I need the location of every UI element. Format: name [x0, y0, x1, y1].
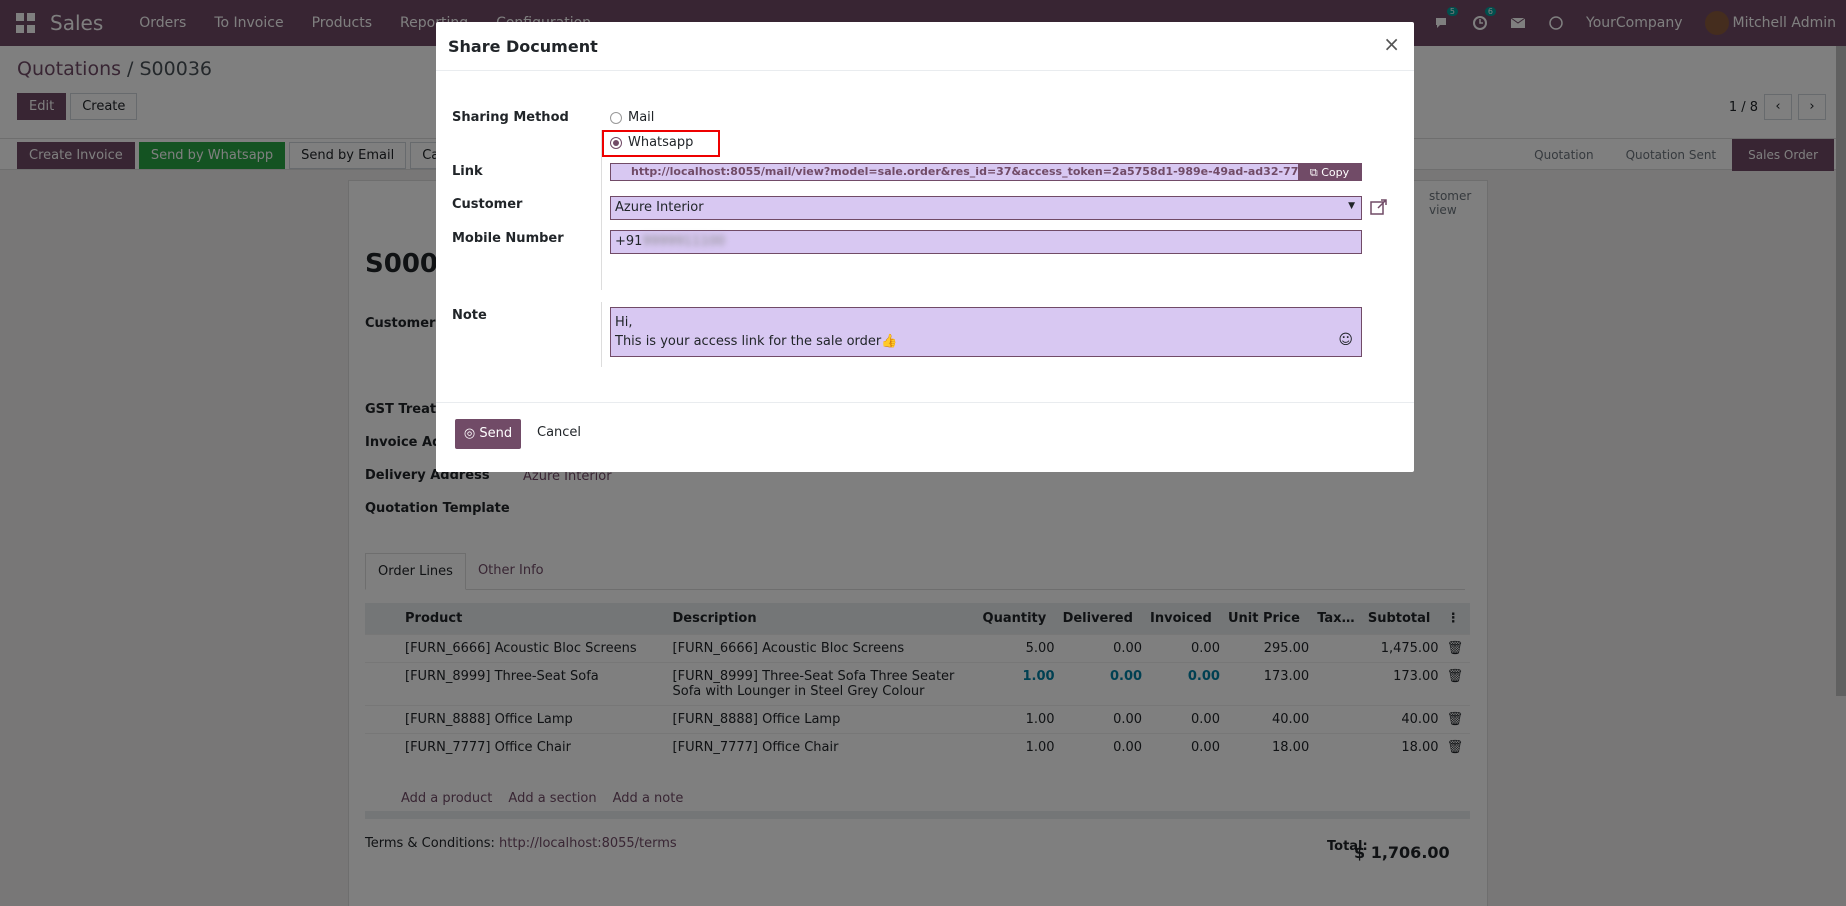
customer-select[interactable]: Azure Interior ▼	[610, 196, 1362, 220]
note-line-2: This is your access link for the sale or…	[615, 334, 898, 349]
modal-title: Share Document	[448, 37, 598, 56]
mobile-number-hidden: 9999911100	[642, 234, 726, 249]
close-icon[interactable]: ×	[1383, 32, 1400, 56]
link-label: Link	[452, 164, 483, 179]
copy-label: Copy	[1321, 166, 1350, 179]
chevron-down-icon[interactable]: ▼	[1348, 201, 1355, 211]
send-button[interactable]: ◎ Send	[455, 419, 521, 449]
note-textarea[interactable]: Hi, This is your access link for the sal…	[610, 307, 1362, 357]
mobile-number-input[interactable]: +919999911100	[610, 230, 1362, 254]
modal-header: Share Document ×	[436, 22, 1414, 71]
radio-mail-circle[interactable]	[610, 111, 622, 124]
mobile-prefix: +91	[615, 234, 643, 249]
share-link-field[interactable]: http://localhost:8055/mail/view?model=sa…	[610, 163, 1362, 181]
sharing-method-label: Sharing Method	[452, 110, 569, 125]
mobile-number-label: Mobile Number	[452, 231, 564, 246]
modal-footer: ◎ Send Cancel	[436, 402, 1414, 472]
customer-label: Customer	[452, 197, 523, 212]
copy-icon: ⧉	[1309, 166, 1322, 179]
send-label: Send	[479, 426, 513, 441]
radio-mail-label: Mail	[628, 110, 655, 125]
highlight-box	[602, 130, 720, 157]
note-divider	[601, 302, 602, 367]
note-label: Note	[452, 308, 487, 323]
copy-button[interactable]: ⧉ Copy	[1298, 164, 1361, 181]
note-line-1: Hi,	[615, 315, 633, 330]
cancel-button[interactable]: Cancel	[537, 425, 581, 440]
external-link-icon[interactable]	[1370, 198, 1388, 216]
whatsapp-icon: ◎	[463, 426, 480, 441]
emoji-picker-icon[interactable]: ☺	[1338, 331, 1353, 350]
radio-mail[interactable]: Mail	[610, 110, 654, 125]
share-document-dialog: Share Document × Sharing Method Mail Wha…	[436, 22, 1414, 472]
customer-value: Azure Interior	[615, 200, 704, 215]
